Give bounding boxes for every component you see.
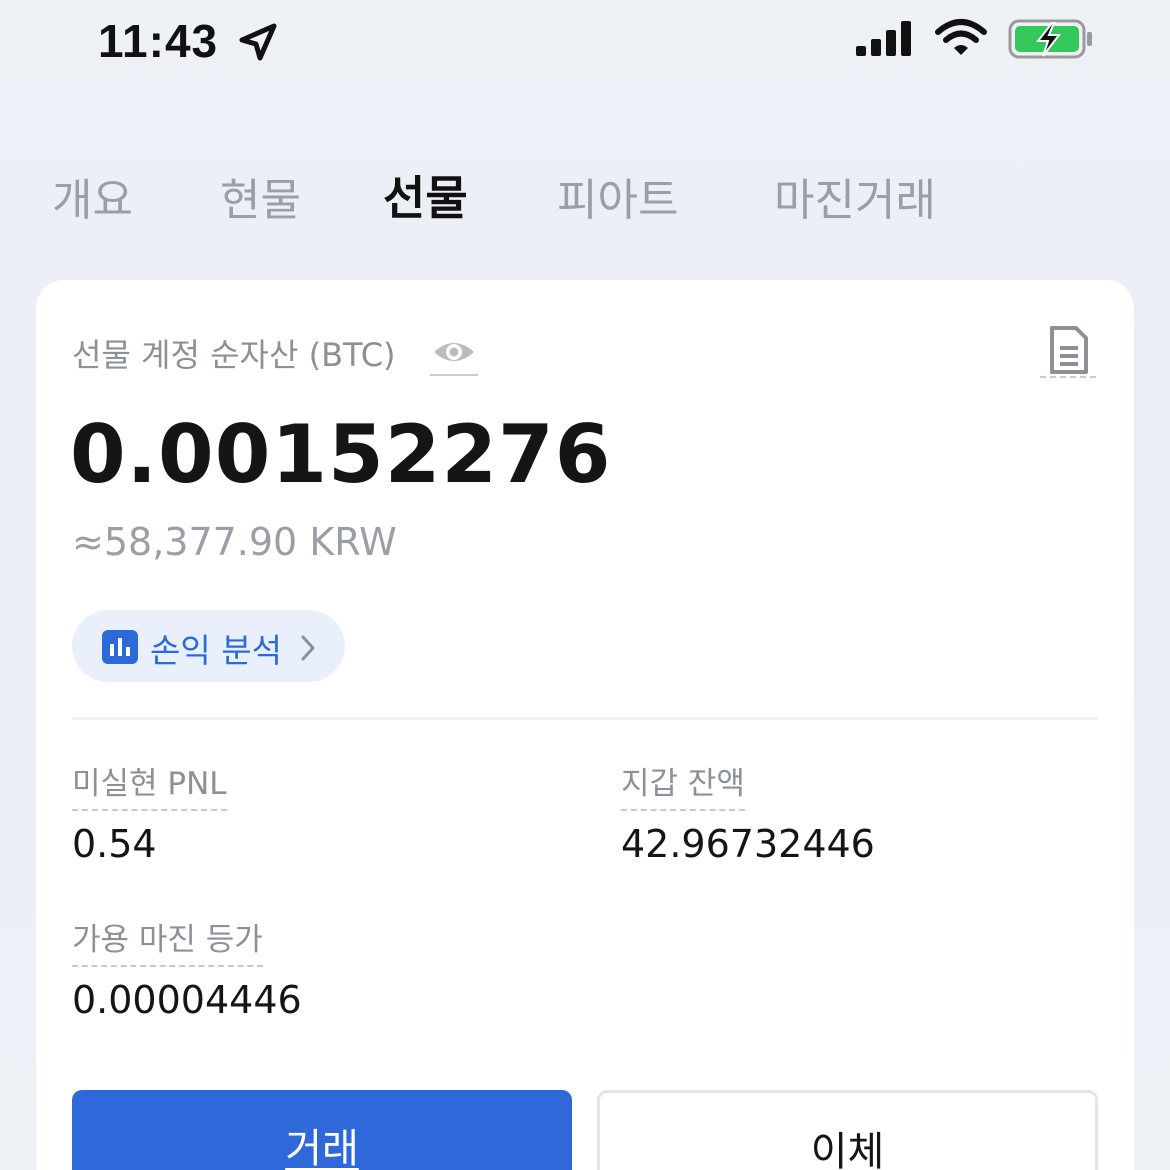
document-icon [1050, 326, 1088, 374]
futures-account-card: 선물 계정 순자산 (BTC) 0.00152276 ≈58,377.90 KR… [36, 280, 1134, 1170]
wallet-balance-value: 42.96732446 [621, 822, 875, 866]
wallet-balance-label[interactable]: 지갑 잔액 [621, 758, 745, 811]
tab-overview[interactable]: 개요 [52, 164, 133, 228]
unrealized-pnl-value: 0.54 [72, 822, 157, 866]
cellular-signal-icon [856, 21, 911, 56]
status-time: 11:43 [98, 15, 219, 67]
account-tabs: 개요 현물 선물 피아트 마진거래 [0, 150, 1170, 230]
net-assets-amount: 0.00152276 [70, 408, 612, 501]
available-margin-value: 0.00004446 [72, 978, 302, 1022]
tab-futures[interactable]: 선물 [383, 162, 468, 228]
wifi-icon [935, 19, 987, 55]
tab-fiat[interactable]: 피아트 [557, 164, 678, 228]
eye-icon [434, 343, 474, 361]
bar-chart-icon [102, 630, 138, 664]
toggle-visibility-button[interactable] [430, 332, 478, 376]
unrealized-pnl-label[interactable]: 미실현 PNL [72, 758, 227, 811]
pnl-analysis-button[interactable]: 손익 분석 [72, 610, 345, 682]
location-arrow-icon [239, 23, 277, 61]
transfer-button-label: 이체 [810, 1129, 885, 1170]
available-margin-label[interactable]: 가용 마진 등가 [72, 914, 263, 967]
trade-button[interactable]: 거래 [72, 1090, 572, 1170]
krw-equivalent: ≈58,377.90 KRW [72, 520, 397, 564]
battery-charging-icon [1008, 19, 1092, 59]
pnl-analysis-label: 손익 분석 [150, 631, 282, 670]
transfer-button[interactable]: 이체 [597, 1090, 1098, 1170]
status-bar: 11:43 [0, 0, 1170, 80]
tab-spot[interactable]: 현물 [220, 164, 301, 228]
records-button[interactable] [1040, 324, 1096, 378]
net-assets-label: 선물 계정 순자산 (BTC) [72, 336, 396, 374]
tab-margin[interactable]: 마진거래 [774, 164, 936, 228]
chevron-right-icon [301, 635, 315, 661]
trade-button-label: 거래 [285, 1126, 359, 1170]
divider [72, 717, 1098, 720]
